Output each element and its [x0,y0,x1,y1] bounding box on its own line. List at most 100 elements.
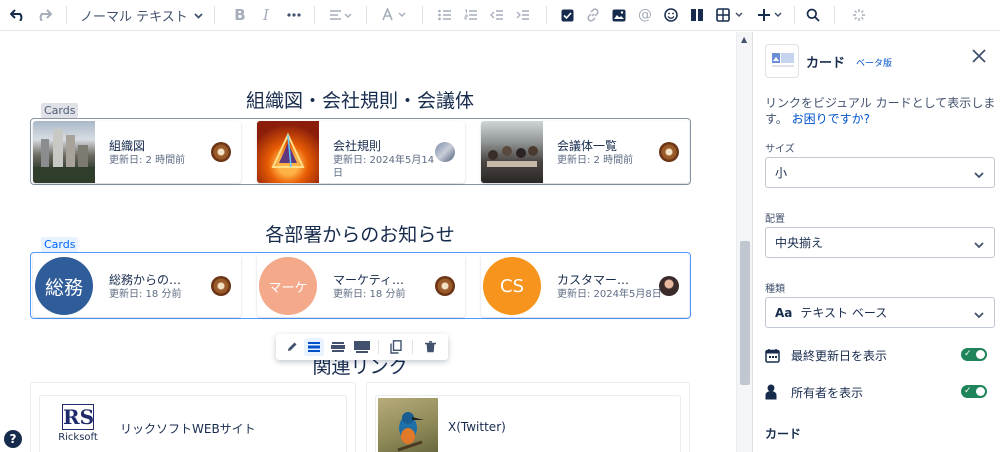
card-floating-toolbar [276,334,448,360]
emoji-icon[interactable] [662,4,680,26]
smart-card[interactable]: 会社規則 更新日: 2024年5月14日 [257,121,465,183]
smart-card[interactable]: 組織図 更新日: 2 時間前 [33,121,241,183]
show-updated-label: 最終更新日を表示 [791,348,888,363]
smart-card[interactable]: CS カスタマー… 更新日: 2024年5月8日 [481,255,689,317]
undo-icon[interactable] [8,4,28,26]
toolbar-divider [546,6,547,24]
toolbar-divider [412,340,413,354]
close-icon[interactable] [972,48,986,67]
link-card[interactable]: RS Ricksoft リックソフトWEBサイト [30,382,356,452]
card-title: 総務からの… [109,273,182,287]
toolbar-divider [314,6,315,24]
table-icon[interactable] [714,4,748,26]
section-heading: 各部署からのお知らせ [265,224,455,246]
smart-card[interactable]: 総務 総務からの… 更新日: 18 分前 [33,255,241,317]
redo-icon[interactable] [34,4,54,26]
card-title: 会議体一覧 [557,139,618,153]
editor-toolbar: ノーマル テキスト B I @ [0,0,1000,31]
numbered-list-icon[interactable] [462,4,480,26]
link-card[interactable]: X(Twitter) [366,382,690,452]
panel-description: リンクをビジュアル カードとして表示します。 お困りですか? [765,95,997,127]
indent-icon[interactable] [514,4,532,26]
editor-canvas[interactable]: 組織図・会社規則・会議体 Cards 組織図 更新日: 2 時間前 会社規則 更… [0,32,736,452]
card-title: カスタマー… [557,273,630,287]
align-icon[interactable] [328,4,354,26]
align-label: 配置 [765,214,785,225]
show-owner-row: 所有者を表示 ✓ [765,382,997,402]
text-color-icon[interactable] [380,4,408,26]
copy-icon[interactable] [386,338,406,356]
help-link[interactable]: お困りですか? [792,112,870,126]
size-medium-icon[interactable] [328,338,348,356]
chevron-down-icon [974,238,984,252]
type-select[interactable]: Aa テキスト ベース [765,297,995,328]
owner-avatar [659,142,679,162]
card-thumbnail: 総務 [35,257,93,315]
show-updated-toggle[interactable]: ✓ [961,348,987,361]
show-owner-toggle[interactable]: ✓ [961,385,987,398]
cards-tag: Cards [41,237,79,252]
card-title: マーケティ… [333,273,405,287]
edit-pencil-icon[interactable] [282,338,302,356]
owner-avatar [435,142,455,162]
link-card-inner: RS Ricksoft リックソフトWEBサイト [39,395,347,452]
smart-card[interactable]: 会議体一覧 更新日: 2 時間前 [481,121,689,183]
text-style-select[interactable]: ノーマル テキスト [80,4,203,26]
align-select[interactable]: 中央揃え [765,227,995,258]
kingfisher-thumbnail [378,398,438,452]
chevron-down-icon [974,308,984,322]
show-updated-row: 最終更新日を表示 ✓ [765,345,997,365]
editor-scrollbar[interactable]: ▲ [736,32,752,452]
card-updated: 更新日: 18 分前 [333,289,406,300]
toolbar-divider [378,340,379,354]
type-value: テキスト ベース [800,306,888,320]
card-thumbnail [33,121,95,183]
logo-mark: RS [62,404,95,430]
cards-section-heading: カード [765,427,802,441]
cards-container[interactable]: 組織図 更新日: 2 時間前 会社規則 更新日: 2024年5月14日 会議体一… [30,118,691,185]
task-checkbox-icon[interactable] [558,4,576,26]
card-thumbnail: CS [483,257,541,315]
card-thumbnail [257,121,319,183]
ai-sparkle-icon[interactable] [850,4,868,26]
card-updated: 更新日: 2 時間前 [109,155,186,166]
cards-macro-icon [765,44,799,78]
size-value: 小 [775,166,788,180]
card-updated: 更新日: 2024年5月8日 [557,289,662,300]
italic-icon[interactable]: I [258,4,274,26]
cards-container-selected[interactable]: 総務 総務からの… 更新日: 18 分前 マーケ マーケティ… 更新日: 18 … [30,252,691,319]
beta-badge: ベータ版 [856,59,893,69]
section-heading: 組織図・会社規則・会議体 [245,90,474,112]
bold-icon[interactable]: B [232,4,248,26]
mention-icon[interactable]: @ [636,4,654,26]
search-icon[interactable] [804,4,822,26]
insert-plus-icon[interactable] [756,4,786,26]
layout-icon[interactable] [688,4,706,26]
chevron-down-icon [974,168,984,182]
person-icon [765,384,787,400]
delete-trash-icon[interactable] [420,338,440,356]
scrollbar-thumb[interactable] [740,241,750,385]
outdent-icon[interactable] [488,4,506,26]
cards-tag: Cards [41,103,79,118]
smart-card[interactable]: マーケ マーケティ… 更新日: 18 分前 [257,255,465,317]
size-small-icon[interactable] [304,338,324,356]
scroll-up-arrow-icon[interactable]: ▲ [741,35,747,44]
size-label: サイズ [765,144,795,155]
link-icon[interactable] [584,4,602,26]
type-label: 種類 [765,284,785,295]
card-title: 組織図 [109,139,146,153]
size-select[interactable]: 小 [765,157,995,188]
cards-config-panel: カード ベータ版 リンクをビジュアル カードとして表示します。 お困りですか? … [752,32,1000,452]
bullet-list-icon[interactable] [436,4,454,26]
chevron-down-icon [194,8,203,23]
logo-text: Ricksoft [58,432,98,443]
size-large-icon[interactable] [352,338,372,356]
more-formatting-icon[interactable] [284,4,304,26]
ricksoft-logo: RS Ricksoft [54,404,102,443]
toolbar-divider [214,6,215,24]
image-icon[interactable] [610,4,628,26]
help-button[interactable]: ? [4,430,22,448]
card-updated: 更新日: 18 分前 [109,289,182,300]
panel-title: カード [806,56,846,71]
